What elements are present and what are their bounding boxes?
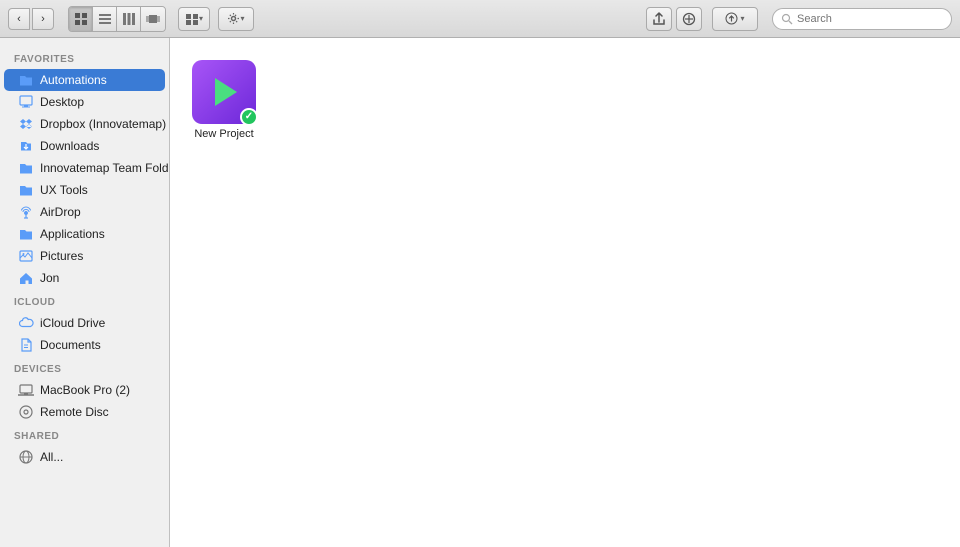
list-icon <box>98 12 112 26</box>
forward-button[interactable]: › <box>32 8 54 30</box>
shared-icon <box>18 449 34 465</box>
pictures-icon <box>18 248 34 264</box>
main-area: Favorites Automations Desktop <box>0 38 960 547</box>
sidebar-item-applications[interactable]: Applications <box>4 223 165 245</box>
downloads-icon <box>18 138 34 154</box>
view-button-group <box>68 6 166 32</box>
sidebar-item-icloud-drive[interactable]: iCloud Drive <box>4 312 165 334</box>
sidebar-item-desktop[interactable]: Desktop <box>4 91 165 113</box>
file-item-new-project[interactable]: New Project <box>186 54 262 146</box>
file-grid: New Project <box>186 54 944 146</box>
icloud-label: iCloud <box>0 289 169 312</box>
sidebar-item-macbook-pro[interactable]: MacBook Pro (2) <box>4 379 165 401</box>
sidebar-item-label: MacBook Pro (2) <box>40 383 130 397</box>
folder-icon <box>18 160 34 176</box>
arrange-icon <box>185 12 199 26</box>
file-icon-container <box>192 60 256 124</box>
dropbox-icon <box>18 116 34 132</box>
grid-icon <box>74 12 88 26</box>
desktop-icon <box>18 94 34 110</box>
sidebar-item-ux-tools[interactable]: UX Tools <box>4 179 165 201</box>
folder-icon <box>18 72 34 88</box>
action-buttons <box>646 7 702 31</box>
sidebar-item-pictures[interactable]: Pictures <box>4 245 165 267</box>
icloud-icon <box>18 315 34 331</box>
sidebar-item-label: Documents <box>40 338 101 352</box>
macbook-icon <box>18 382 34 398</box>
play-icon <box>215 78 237 106</box>
home-icon <box>18 270 34 286</box>
sidebar-item-label: Innovatemap Team Folder <box>40 161 170 175</box>
sidebar-item-jon[interactable]: Jon <box>4 267 165 289</box>
share-button[interactable] <box>646 7 672 31</box>
search-input[interactable] <box>797 13 937 25</box>
share-dropdown-button[interactable]: ▾ <box>712 7 758 31</box>
sidebar-item-label: Downloads <box>40 139 99 153</box>
sidebar-item-documents[interactable]: Documents <box>4 334 165 356</box>
sidebar: Favorites Automations Desktop <box>0 38 170 547</box>
nav-buttons: ‹ › <box>8 8 54 30</box>
sidebar-item-label: Applications <box>40 227 105 241</box>
toolbar: ‹ › <box>0 0 960 38</box>
applications-icon <box>18 226 34 242</box>
sidebar-item-label: Desktop <box>40 95 84 109</box>
sidebar-item-dropbox[interactable]: Dropbox (Innovatemap) <box>4 113 165 135</box>
documents-icon <box>18 337 34 353</box>
coverflow-icon <box>146 12 160 26</box>
share-icon <box>652 12 666 26</box>
shared-label: Shared <box>0 423 169 446</box>
sidebar-item-downloads[interactable]: Downloads <box>4 135 165 157</box>
disc-icon <box>18 404 34 420</box>
sidebar-item-label: UX Tools <box>40 183 88 197</box>
sidebar-item-innovatemap-team[interactable]: Innovatemap Team Folder <box>4 157 165 179</box>
back-button[interactable]: ‹ <box>8 8 30 30</box>
sidebar-item-all[interactable]: All... <box>4 446 165 468</box>
sidebar-item-label: All... <box>40 450 63 464</box>
sidebar-item-label: Dropbox (Innovatemap) <box>40 117 166 131</box>
view-coverflow-button[interactable] <box>141 7 165 31</box>
arrange-chevron: ▾ <box>199 14 203 23</box>
sidebar-item-label: iCloud Drive <box>40 316 105 330</box>
view-columns-button[interactable] <box>117 7 141 31</box>
action-chevron: ▾ <box>240 14 244 23</box>
columns-icon <box>122 12 136 26</box>
favorites-label: Favorites <box>0 46 169 69</box>
sidebar-item-label: Remote Disc <box>40 405 109 419</box>
search-box <box>772 8 952 30</box>
tag-button[interactable] <box>676 7 702 31</box>
arrange-button[interactable]: ▾ <box>178 7 210 31</box>
tag-icon <box>682 12 696 26</box>
upload-icon <box>725 12 738 25</box>
content-area: New Project <box>170 38 960 547</box>
folder-icon <box>18 182 34 198</box>
file-name-label: New Project <box>194 128 253 140</box>
gear-icon <box>227 12 240 25</box>
sidebar-item-remote-disc[interactable]: Remote Disc <box>4 401 165 423</box>
sidebar-item-label: AirDrop <box>40 205 81 219</box>
back-icon: ‹ <box>17 13 21 25</box>
sidebar-item-automations[interactable]: Automations <box>4 69 165 91</box>
sidebar-item-label: Jon <box>40 271 59 285</box>
sidebar-item-label: Automations <box>40 73 107 87</box>
share-dropdown-chevron: ▾ <box>740 14 744 23</box>
forward-icon: › <box>41 13 45 25</box>
view-icon-button[interactable] <box>69 7 93 31</box>
airdrop-icon <box>18 204 34 220</box>
sidebar-item-airdrop[interactable]: AirDrop <box>4 201 165 223</box>
status-badge <box>240 108 258 126</box>
view-list-button[interactable] <box>93 7 117 31</box>
sidebar-item-label: Pictures <box>40 249 83 263</box>
devices-label: Devices <box>0 356 169 379</box>
action-button[interactable]: ▾ <box>218 7 254 31</box>
search-icon <box>781 13 793 25</box>
